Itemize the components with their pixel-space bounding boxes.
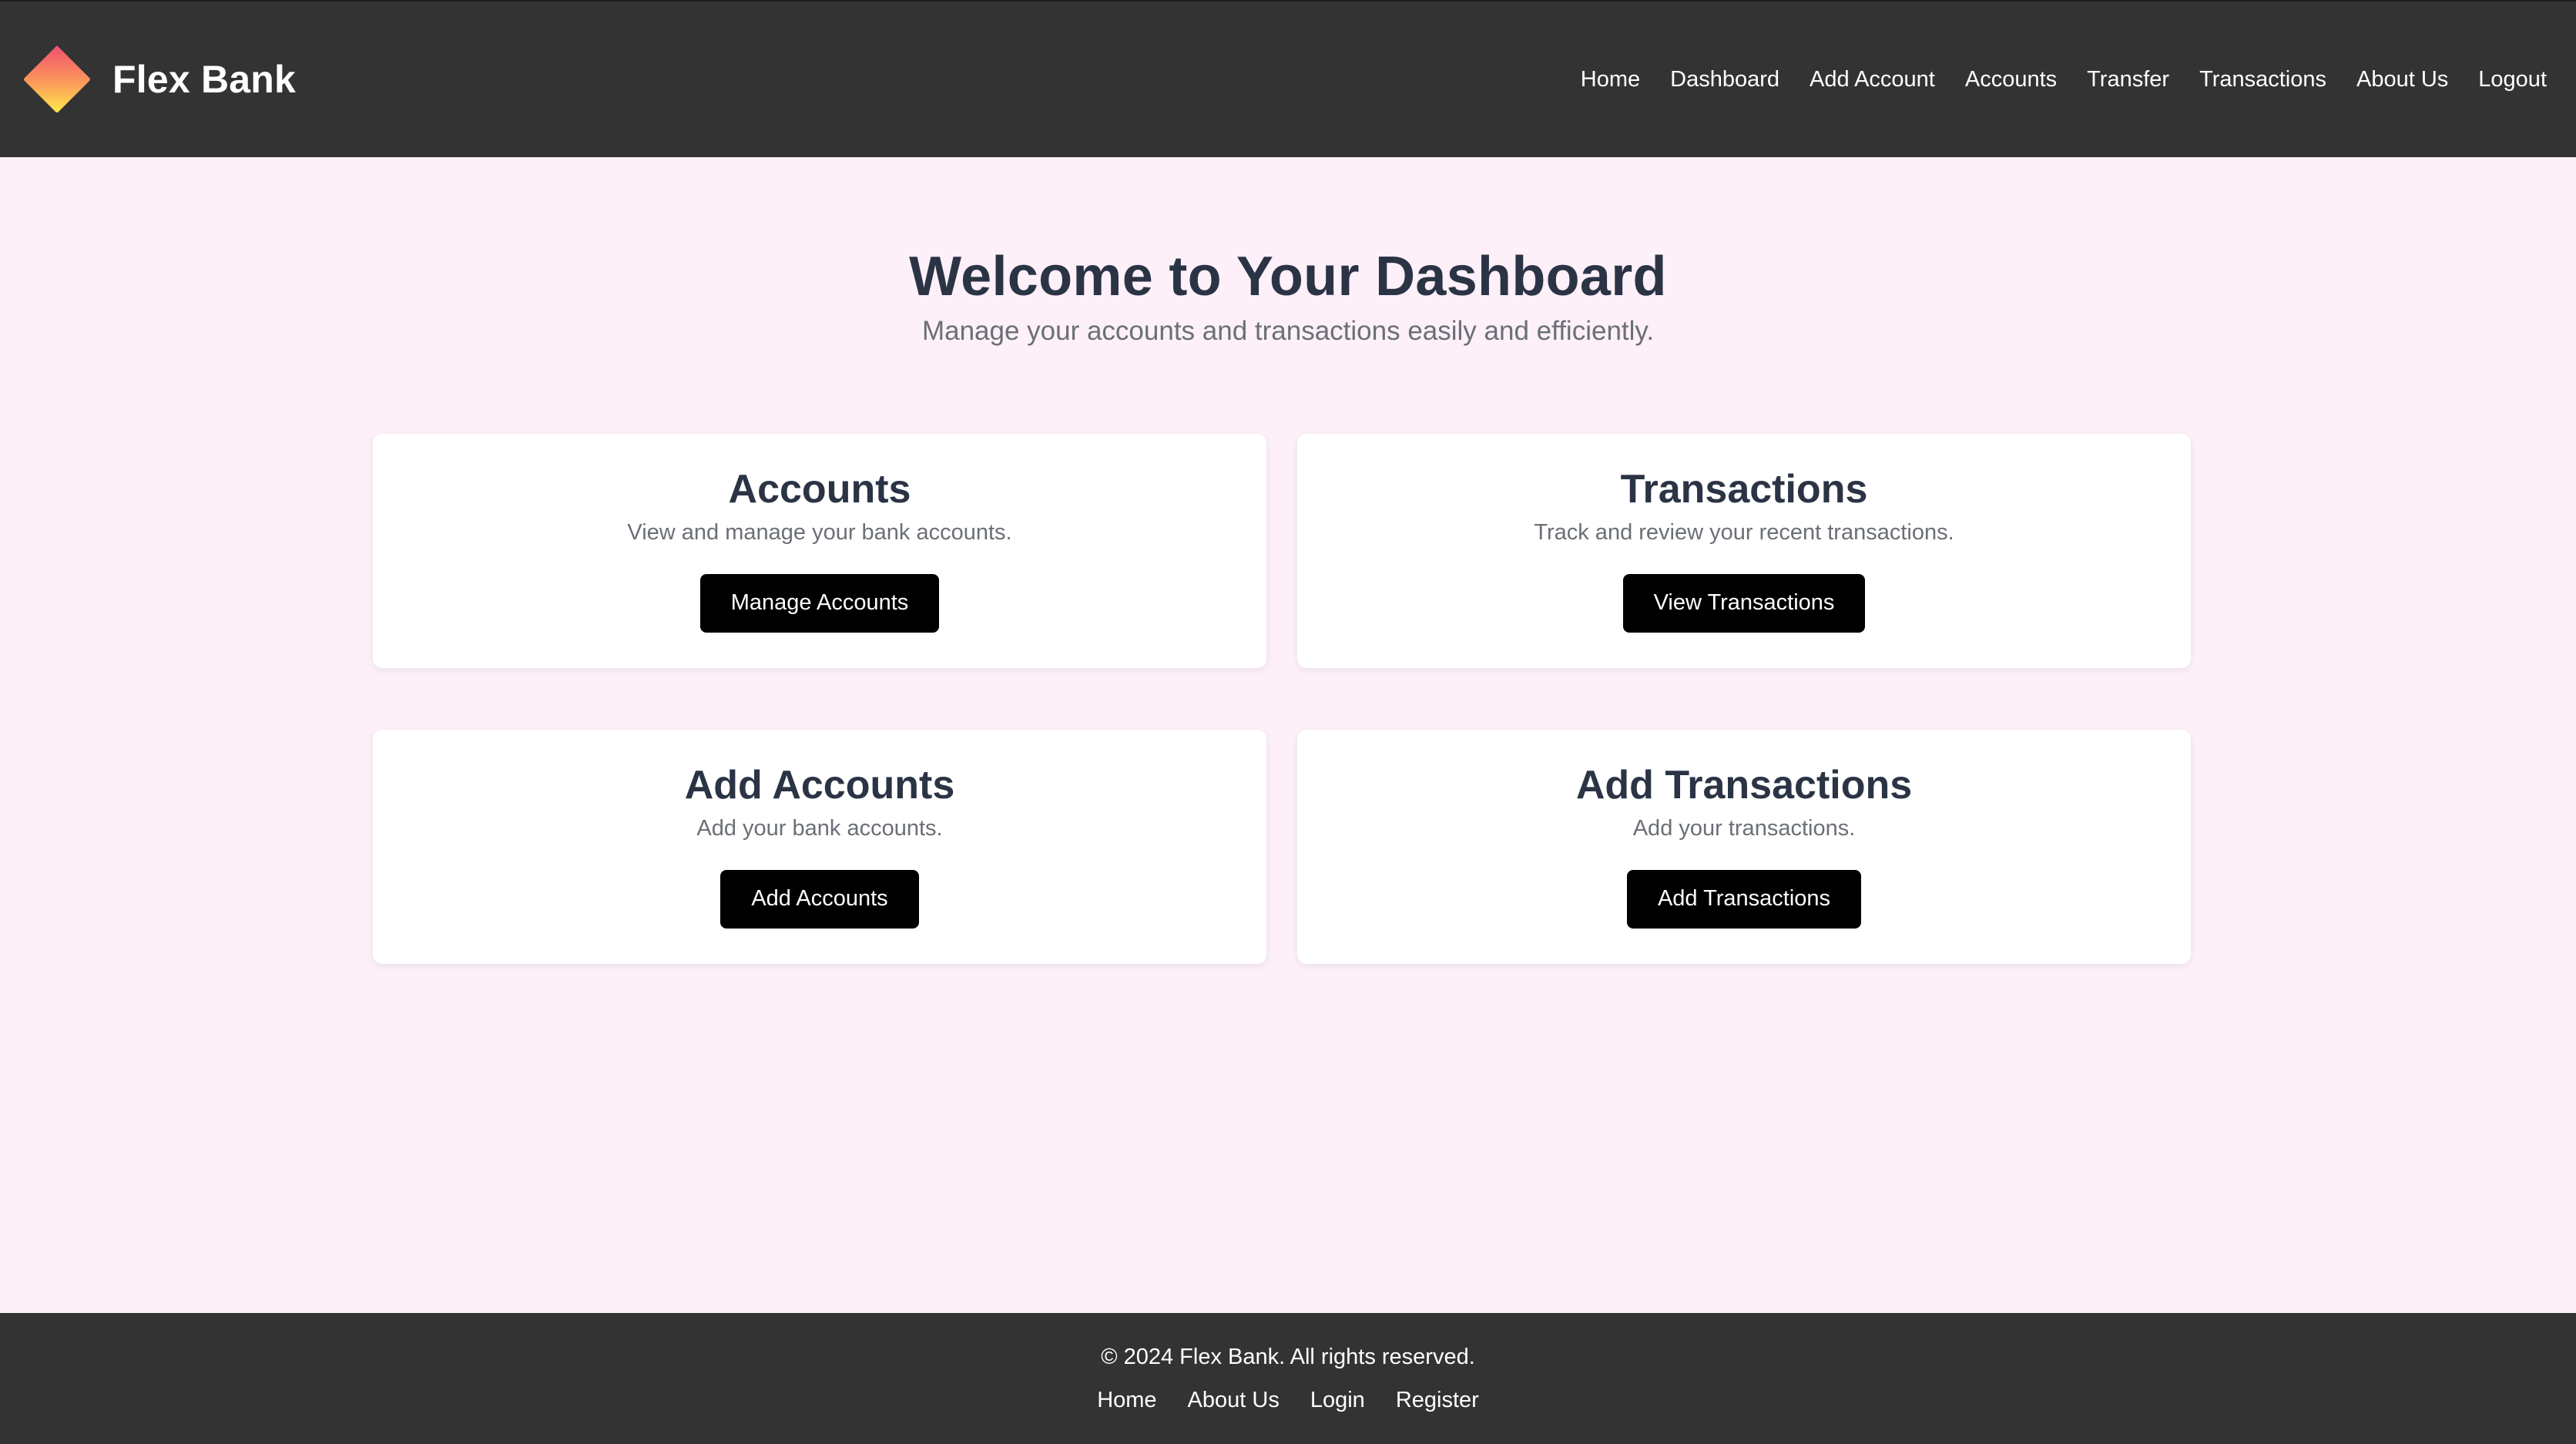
diamond-logo-icon [24, 45, 90, 112]
dashboard-cards: Accounts View and manage your bank accou… [373, 434, 2191, 964]
page-footer: © 2024 Flex Bank. All rights reserved. H… [0, 1313, 2576, 1444]
nav-link-transfer[interactable]: Transfer [2087, 67, 2169, 92]
nav-link-add-account[interactable]: Add Account [1810, 67, 1935, 92]
footer-links: Home About Us Login Register [0, 1388, 2576, 1413]
card-title: Add Accounts [684, 763, 955, 808]
transactions-card: Transactions Track and review your recen… [1297, 434, 2191, 668]
card-description: Add your bank accounts. [696, 816, 943, 841]
footer-link-login[interactable]: Login [1310, 1388, 1365, 1413]
view-transactions-button[interactable]: View Transactions [1622, 573, 1866, 633]
card-title: Add Transactions [1575, 763, 1913, 808]
add-accounts-button[interactable]: Add Accounts [720, 869, 919, 929]
brand[interactable]: Flex Bank [22, 44, 296, 115]
card-description: View and manage your bank accounts. [627, 520, 1012, 546]
footer-link-about-us[interactable]: About Us [1188, 1388, 1280, 1413]
brand-name: Flex Bank [112, 58, 297, 101]
nav-link-accounts[interactable]: Accounts [1965, 67, 2057, 92]
copyright-text: © 2024 Flex Bank. All rights reserved. [1101, 1345, 1475, 1369]
card-description: Track and review your recent transaction… [1534, 520, 1954, 546]
manage-accounts-button[interactable]: Manage Accounts [699, 573, 940, 633]
nav-link-logout[interactable]: Logout [2478, 67, 2547, 92]
top-navbar: Flex Bank Home Dashboard Add Account Acc… [0, 0, 2576, 157]
main-nav: Home Dashboard Add Account Accounts Tran… [1581, 67, 2547, 92]
add-accounts-card: Add Accounts Add your bank accounts. Add… [373, 730, 1266, 964]
add-transactions-card: Add Transactions Add your transactions. … [1297, 730, 2191, 964]
add-transactions-button[interactable]: Add Transactions [1626, 869, 1862, 929]
accounts-card: Accounts View and manage your bank accou… [373, 434, 1266, 668]
nav-link-about-us[interactable]: About Us [2356, 67, 2448, 92]
footer-link-register[interactable]: Register [1396, 1388, 1479, 1413]
footer-link-home[interactable]: Home [1097, 1388, 1156, 1413]
nav-link-home[interactable]: Home [1581, 67, 1640, 92]
nav-link-dashboard[interactable]: Dashboard [1670, 67, 1779, 92]
card-title: Transactions [1620, 467, 1868, 512]
page-title: Welcome to Your Dashboard [909, 246, 1667, 307]
card-description: Add your transactions. [1632, 816, 1856, 841]
dashboard-hero: Welcome to Your Dashboard Manage your ac… [0, 246, 2576, 348]
page-subtitle: Manage your accounts and transactions ea… [921, 316, 1655, 347]
card-title: Accounts [728, 467, 911, 512]
nav-link-transactions[interactable]: Transactions [2199, 67, 2326, 92]
